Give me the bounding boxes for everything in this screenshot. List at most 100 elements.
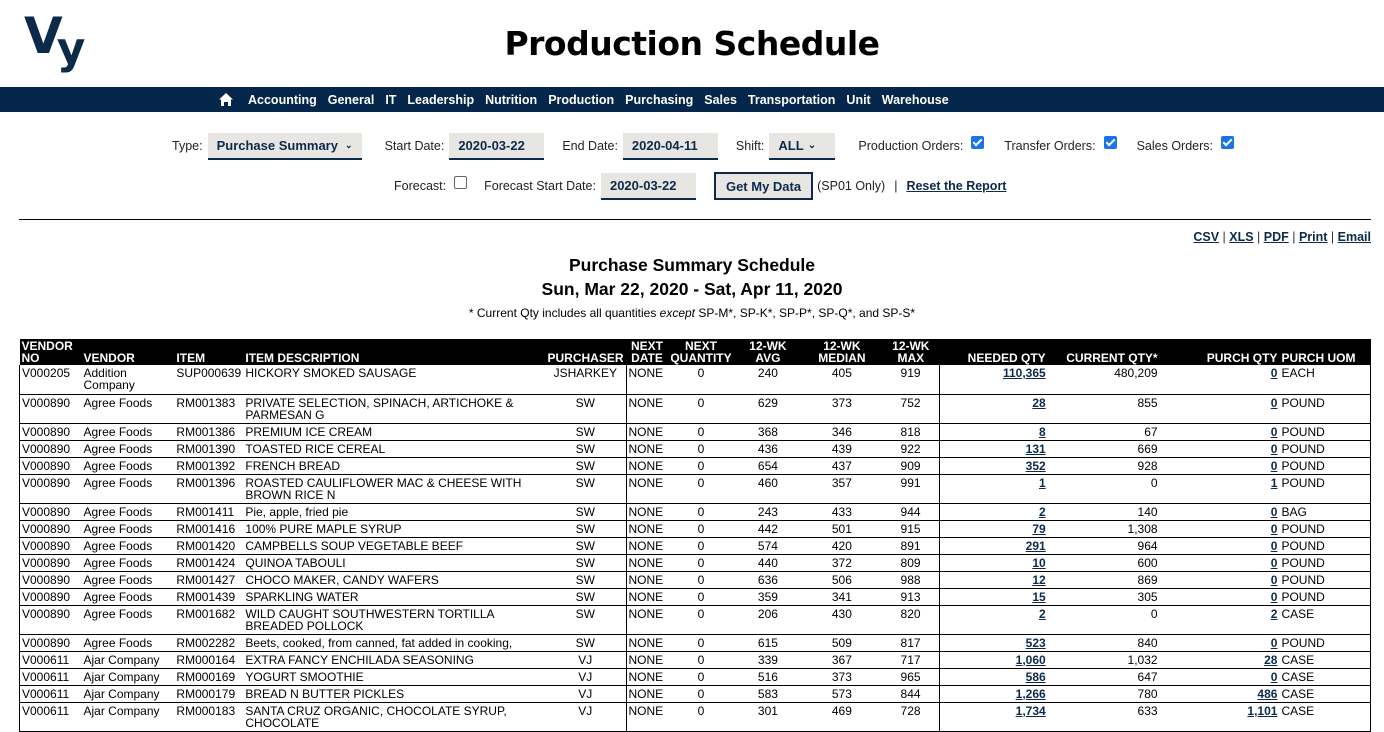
cell-vendor-no: V000890 — [19, 457, 82, 475]
get-my-data-button[interactable]: Get My Data — [713, 172, 814, 200]
home-icon[interactable] — [218, 92, 236, 108]
cell-item: RM001682 — [174, 605, 244, 635]
purch-qty-link[interactable]: 0 — [1271, 539, 1278, 553]
cell-item: RM001390 — [174, 440, 244, 458]
col-current-qty[interactable]: CURRENT QTY* — [1047, 339, 1160, 365]
purch-qty-link[interactable]: 0 — [1271, 670, 1278, 684]
cell-next-date: NONE — [626, 571, 668, 589]
needed-qty-link[interactable]: 1,734 — [1016, 704, 1046, 718]
purch-qty-link[interactable]: 2 — [1271, 607, 1278, 621]
col-item-description[interactable]: ITEM DESCRIPTION — [243, 339, 546, 365]
cell-12wk-median: 469 — [801, 702, 882, 732]
cell-vendor-no: V000890 — [19, 423, 82, 441]
nav-accounting[interactable]: Accounting — [248, 93, 317, 107]
needed-qty-link[interactable]: 110,365 — [1003, 366, 1046, 380]
needed-qty-link[interactable]: 291 — [1026, 539, 1046, 553]
start-date-label: Start Date: — [384, 139, 445, 153]
nav-it[interactable]: IT — [385, 93, 396, 107]
cell-vendor: Agree Foods — [81, 537, 175, 555]
nav-leadership[interactable]: Leadership — [407, 93, 474, 107]
purch-qty-link[interactable]: 0 — [1271, 522, 1278, 536]
nav-general[interactable]: General — [328, 93, 375, 107]
col-purch-uom[interactable]: PURCH UOM — [1279, 339, 1371, 365]
needed-qty-link[interactable]: 15 — [1032, 590, 1045, 604]
transfer-orders-label: Transfer Orders: — [1004, 139, 1096, 153]
purch-qty-link[interactable]: 0 — [1271, 573, 1278, 587]
purch-qty-link[interactable]: 0 — [1271, 425, 1278, 439]
col-item[interactable]: ITEM — [174, 339, 244, 365]
email-link[interactable]: Email — [1338, 230, 1371, 244]
cell-12wk-max: 922 — [881, 440, 941, 458]
print-link[interactable]: Print — [1299, 230, 1327, 244]
purch-qty-link[interactable]: 0 — [1271, 505, 1278, 519]
cell-12wk-max: 844 — [881, 685, 941, 703]
purch-qty-link[interactable]: 1,101 — [1247, 704, 1277, 718]
needed-qty-link[interactable]: 1,266 — [1016, 687, 1046, 701]
needed-qty-link[interactable]: 2 — [1039, 505, 1046, 519]
shift-select[interactable]: ALL ⌄ — [769, 132, 836, 160]
purch-qty-link[interactable]: 0 — [1271, 636, 1278, 650]
needed-qty-link[interactable]: 1 — [1039, 476, 1046, 490]
col-vendor[interactable]: VENDOR — [81, 339, 175, 365]
col-12wk-avg[interactable]: 12-WK AVG — [733, 339, 802, 365]
cell-needed-qty: 1,266 — [939, 685, 1048, 703]
purch-qty-link[interactable]: 0 — [1271, 459, 1278, 473]
forecast-checkbox[interactable] — [454, 175, 468, 189]
col-next-quantity[interactable]: NEXT QUANTITY — [668, 339, 734, 365]
reset-report-link[interactable]: Reset the Report — [906, 179, 1006, 193]
purch-qty-link[interactable]: 0 — [1271, 366, 1278, 380]
needed-qty-link[interactable]: 12 — [1032, 573, 1045, 587]
col-needed-qty[interactable]: NEEDED QTY — [939, 339, 1048, 365]
purch-qty-link[interactable]: 1 — [1271, 476, 1278, 490]
needed-qty-link[interactable]: 1,060 — [1016, 653, 1046, 667]
needed-qty-link[interactable]: 2 — [1039, 607, 1046, 621]
needed-qty-link[interactable]: 523 — [1026, 636, 1046, 650]
start-date-input[interactable]: 2020-03-22 — [449, 132, 545, 160]
cell-next-date: NONE — [626, 685, 668, 703]
type-select[interactable]: Purchase Summary ⌄ — [207, 132, 362, 160]
col-purchaser[interactable]: PURCHASER — [545, 339, 627, 365]
nav-transportation[interactable]: Transportation — [748, 93, 836, 107]
export-pdf-link[interactable]: PDF — [1264, 230, 1289, 244]
cell-next-date: NONE — [626, 554, 668, 572]
col-purch-qty[interactable]: PURCH QTY — [1159, 339, 1280, 365]
sales-orders-checkbox[interactable] — [1221, 135, 1234, 149]
needed-qty-link[interactable]: 586 — [1026, 670, 1046, 684]
needed-qty-link[interactable]: 131 — [1026, 442, 1046, 456]
purch-qty-link[interactable]: 0 — [1271, 442, 1278, 456]
needed-qty-link[interactable]: 10 — [1032, 556, 1045, 570]
col-next-date[interactable]: NEXT DATE — [626, 339, 668, 365]
transfer-orders-checkbox[interactable] — [1103, 135, 1117, 149]
col-12wk-max[interactable]: 12-WK MAX — [881, 339, 940, 365]
nav-purchasing[interactable]: Purchasing — [625, 93, 693, 107]
cell-item: RM001392 — [174, 457, 244, 475]
needed-qty-link[interactable]: 79 — [1032, 522, 1045, 536]
nav-unit[interactable]: Unit — [846, 93, 870, 107]
production-orders-checkbox[interactable] — [971, 135, 985, 149]
col-vendor-no[interactable]: VENDOR NO — [19, 339, 82, 365]
cell-needed-qty: 1,734 — [939, 702, 1048, 732]
purch-qty-link[interactable]: 28 — [1264, 653, 1277, 667]
purch-qty-link[interactable]: 0 — [1271, 556, 1278, 570]
purch-qty-link[interactable]: 486 — [1257, 687, 1277, 701]
purch-qty-link[interactable]: 0 — [1271, 590, 1278, 604]
nav-sales[interactable]: Sales — [704, 93, 737, 107]
needed-qty-link[interactable]: 8 — [1039, 425, 1046, 439]
export-xls-link[interactable]: XLS — [1229, 230, 1253, 244]
purch-qty-link[interactable]: 0 — [1271, 396, 1278, 410]
nav-warehouse[interactable]: Warehouse — [882, 93, 949, 107]
table-body: V000205 Addition Company SUP000639 HICKORY … — [19, 365, 1372, 732]
cell-next-quantity: 0 — [668, 554, 734, 572]
cell-purchaser: SW — [545, 440, 627, 458]
report-title: Purchase Summary Schedule — [568, 255, 816, 275]
needed-qty-link[interactable]: 352 — [1026, 459, 1046, 473]
nav-nutrition[interactable]: Nutrition — [485, 93, 537, 107]
forecast-start-input[interactable]: 2020-03-22 — [600, 172, 696, 200]
cell-current-qty: 480,209 — [1047, 365, 1160, 395]
end-date-input[interactable]: 2020-04-11 — [622, 132, 718, 160]
cell-purchaser: VJ — [545, 668, 627, 686]
needed-qty-link[interactable]: 28 — [1032, 396, 1045, 410]
col-12wk-median[interactable]: 12-WK MEDIAN — [801, 339, 882, 365]
export-csv-link[interactable]: CSV — [1193, 230, 1219, 244]
nav-production[interactable]: Production — [548, 93, 614, 107]
